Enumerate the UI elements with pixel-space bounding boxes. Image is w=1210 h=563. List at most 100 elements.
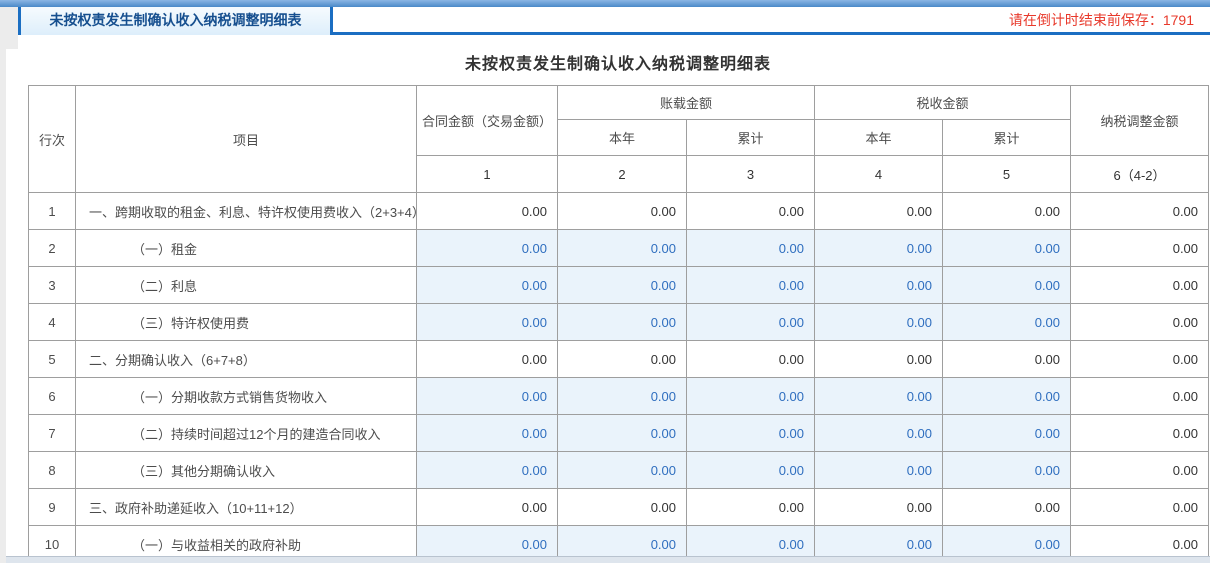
tab-bar-left-gutter	[0, 7, 18, 49]
amount-cell: 0.00	[557, 340, 687, 378]
top-accent-bar	[0, 0, 1210, 7]
editable-amount-cell[interactable]: 0.00	[416, 229, 558, 267]
editable-amount-cell[interactable]: 0.00	[685, 414, 816, 452]
item-cell: （一）分期收款方式销售货物收入	[75, 377, 417, 415]
header-col-num-3: 3	[685, 155, 816, 193]
header-col-num-1: 1	[416, 155, 558, 193]
row-number-cell: 4	[28, 303, 76, 341]
amount-cell: 0.00	[1070, 488, 1210, 526]
item-cell: 三、政府补助递延收入（10+11+12）	[75, 488, 417, 526]
amount-cell: 0.00	[1070, 414, 1210, 452]
editable-amount-cell[interactable]: 0.00	[557, 414, 687, 452]
header-tax-cumulative: 累计	[942, 119, 1072, 156]
header-col-num-5: 5	[942, 155, 1072, 193]
tab-active-form[interactable]: 未按权责发生制确认收入纳税调整明细表	[18, 7, 333, 35]
tax-adjustment-table: 行次 项目 合同金额（交易金额） 账载金额 税收金额 纳税调整金额 本年 累计 …	[28, 85, 1210, 563]
editable-amount-cell[interactable]: 0.00	[685, 451, 816, 489]
editable-amount-cell[interactable]: 0.00	[416, 414, 558, 452]
editable-amount-cell[interactable]: 0.00	[557, 266, 687, 304]
editable-amount-cell[interactable]: 0.00	[416, 377, 558, 415]
table-row: 3 （二）利息 0.00 0.00 0.00 0.00 0.00 0.00	[28, 266, 1210, 304]
save-countdown: 请在倒计时结束前保存：1791	[1009, 7, 1194, 35]
editable-amount-cell[interactable]: 0.00	[814, 266, 944, 304]
amount-cell: 0.00	[1070, 303, 1210, 341]
row-number-cell: 1	[28, 192, 76, 230]
item-cell: （三）特许权使用费	[75, 303, 417, 341]
editable-amount-cell[interactable]: 0.00	[416, 303, 558, 341]
page-title: 未按权责发生制确认收入纳税调整明细表	[464, 56, 771, 73]
editable-amount-cell[interactable]: 0.00	[942, 414, 1072, 452]
row-number-cell: 5	[28, 340, 76, 378]
amount-cell: 0.00	[685, 192, 816, 230]
amount-cell: 0.00	[1070, 266, 1210, 304]
amount-cell: 0.00	[942, 340, 1072, 378]
header-book-current-year: 本年	[557, 119, 687, 156]
amount-cell: 0.00	[416, 488, 558, 526]
page-left-strip	[0, 49, 6, 563]
item-cell: （三）其他分期确认收入	[75, 451, 417, 489]
table-row: 8 （三）其他分期确认收入 0.00 0.00 0.00 0.00 0.00 0…	[28, 451, 1210, 489]
editable-amount-cell[interactable]: 0.00	[416, 451, 558, 489]
editable-amount-cell[interactable]: 0.00	[685, 266, 816, 304]
row-number-cell: 7	[28, 414, 76, 452]
editable-amount-cell[interactable]: 0.00	[942, 303, 1072, 341]
table-row: 9 三、政府补助递延收入（10+11+12） 0.00 0.00 0.00 0.…	[28, 488, 1210, 526]
editable-amount-cell[interactable]: 0.00	[685, 377, 816, 415]
amount-cell: 0.00	[1070, 377, 1210, 415]
editable-amount-cell[interactable]: 0.00	[416, 266, 558, 304]
amount-cell: 0.00	[685, 340, 816, 378]
editable-amount-cell[interactable]: 0.00	[557, 451, 687, 489]
header-item: 项目	[75, 85, 417, 193]
header-book-cumulative: 累计	[685, 119, 816, 156]
header-tax-amount: 税收金额	[814, 85, 1072, 120]
amount-cell: 0.00	[416, 340, 558, 378]
editable-amount-cell[interactable]: 0.00	[685, 303, 816, 341]
row-number-cell: 8	[28, 451, 76, 489]
table-row: 6 （一）分期收款方式销售货物收入 0.00 0.00 0.00 0.00 0.…	[28, 377, 1210, 415]
amount-cell: 0.00	[1070, 192, 1210, 230]
amount-cell: 0.00	[814, 192, 944, 230]
editable-amount-cell[interactable]: 0.00	[814, 303, 944, 341]
editable-amount-cell[interactable]: 0.00	[557, 377, 687, 415]
amount-cell: 0.00	[1070, 229, 1210, 267]
tab-bar: 未按权责发生制确认收入纳税调整明细表 请在倒计时结束前保存：1791	[0, 7, 1210, 49]
amount-cell: 0.00	[685, 488, 816, 526]
header-book-amount: 账载金额	[556, 85, 816, 120]
row-number-cell: 3	[28, 266, 76, 304]
amount-cell: 0.00	[1070, 340, 1210, 378]
editable-amount-cell[interactable]: 0.00	[814, 377, 944, 415]
editable-amount-cell[interactable]: 0.00	[814, 414, 944, 452]
amount-cell: 0.00	[942, 192, 1072, 230]
amount-cell: 0.00	[942, 488, 1072, 526]
header-tax-current-year: 本年	[814, 119, 944, 156]
amount-cell: 0.00	[814, 488, 944, 526]
row-number-cell: 9	[28, 488, 76, 526]
table-row: 2 （一）租金 0.00 0.00 0.00 0.00 0.00 0.00	[28, 229, 1210, 267]
save-countdown-label: 请在倒计时结束前保存：	[1008, 12, 1163, 28]
table-row: 4 （三）特许权使用费 0.00 0.00 0.00 0.00 0.00 0.0…	[28, 303, 1210, 341]
editable-amount-cell[interactable]: 0.00	[942, 266, 1072, 304]
header-row-no: 行次	[28, 85, 76, 193]
editable-amount-cell[interactable]: 0.00	[814, 229, 944, 267]
amount-cell: 0.00	[1070, 451, 1210, 489]
editable-amount-cell[interactable]: 0.00	[685, 229, 816, 267]
save-countdown-value: 1791	[1162, 12, 1194, 28]
table-row: 7 （二）持续时间超过12个月的建造合同收入 0.00 0.00 0.00 0.…	[28, 414, 1210, 452]
editable-amount-cell[interactable]: 0.00	[942, 229, 1072, 267]
item-cell: 二、分期确认收入（6+7+8）	[75, 340, 417, 378]
item-cell: 一、跨期收取的租金、利息、特许权使用费收入（2+3+4）	[75, 192, 417, 230]
editable-amount-cell[interactable]: 0.00	[814, 451, 944, 489]
header-col-num-2: 2	[557, 155, 687, 193]
item-cell: （二）利息	[75, 266, 417, 304]
item-cell: （二）持续时间超过12个月的建造合同收入	[75, 414, 417, 452]
header-contract-amount: 合同金额（交易金额）	[416, 85, 558, 156]
header-col-num-6: 6（4-2）	[1070, 155, 1210, 193]
editable-amount-cell[interactable]: 0.00	[942, 377, 1072, 415]
amount-cell: 0.00	[557, 192, 687, 230]
editable-amount-cell[interactable]: 0.00	[942, 451, 1072, 489]
editable-amount-cell[interactable]: 0.00	[557, 229, 687, 267]
bottom-scroll-band[interactable]	[6, 556, 1210, 563]
form-table-body: 1 一、跨期收取的租金、利息、特许权使用费收入（2+3+4） 0.00 0.00…	[28, 192, 1210, 563]
editable-amount-cell[interactable]: 0.00	[557, 303, 687, 341]
amount-cell: 0.00	[416, 192, 558, 230]
